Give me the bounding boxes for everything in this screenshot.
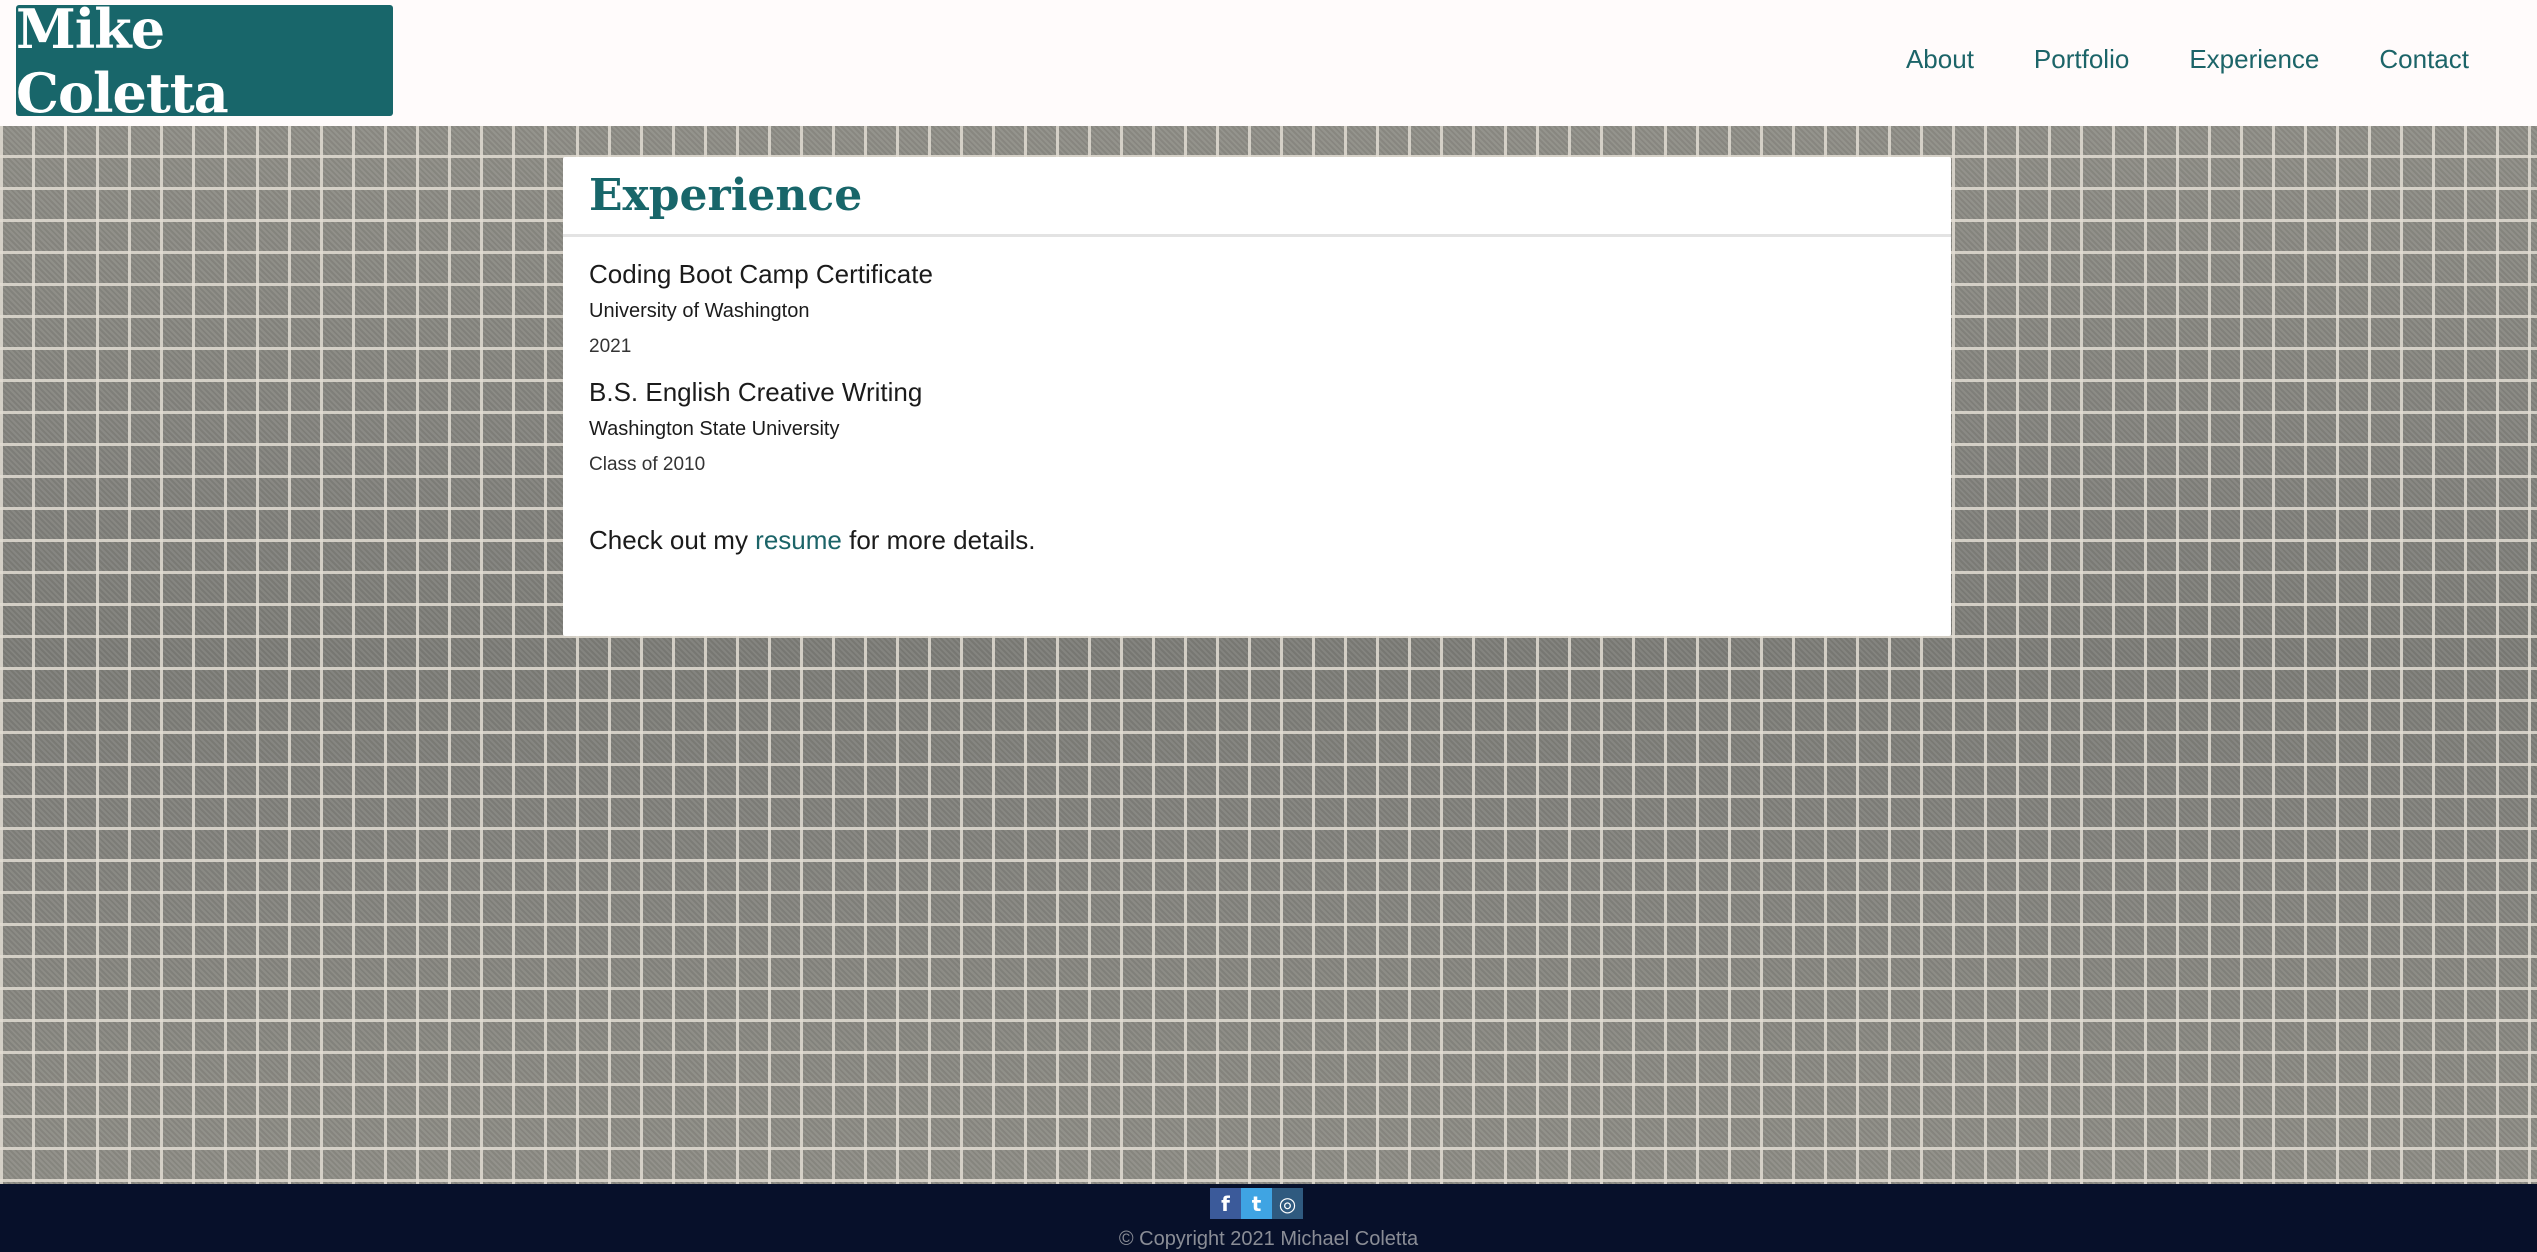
social-links: f t ◎ <box>1210 1188 1303 1219</box>
resume-sentence: Check out my resume for more details. <box>589 525 1925 556</box>
entry-title: Coding Boot Camp Certificate <box>589 259 933 289</box>
experience-entry: B.S. English Creative Writing Washington… <box>589 375 1925 479</box>
card-body: Coding Boot Camp Certificate University … <box>563 237 1951 556</box>
page-title: Experience <box>589 170 863 221</box>
resume-prefix: Check out my <box>589 525 756 555</box>
site-logo[interactable]: Mike Coletta <box>16 0 393 125</box>
entry-school: Washington State University <box>589 418 840 440</box>
entry-date: Class of 2010 <box>589 454 706 475</box>
card-header: Experience <box>563 157 1951 237</box>
nav-about-link[interactable]: About <box>1906 44 1974 75</box>
facebook-icon[interactable]: f <box>1210 1188 1241 1219</box>
site-header: Mike Coletta About Portfolio Experience … <box>0 0 2537 126</box>
entry-school: University of Washington <box>589 300 810 322</box>
nav-experience-link[interactable]: Experience <box>2189 44 2319 75</box>
site-footer: f t ◎ © Copyright 2021 Michael Coletta <box>0 1184 2537 1252</box>
entry-title: B.S. English Creative Writing <box>589 377 923 407</box>
experience-entry: Coding Boot Camp Certificate University … <box>589 257 1925 361</box>
nav-contact-link[interactable]: Contact <box>2379 44 2469 75</box>
main-nav: About Portfolio Experience Contact <box>1906 44 2469 75</box>
logo-text: Mike Coletta <box>16 0 229 125</box>
copyright-text: © Copyright 2021 Michael Coletta <box>1118 1228 1419 1250</box>
resume-suffix: for more details. <box>841 525 1036 555</box>
experience-card: Experience Coding Boot Camp Certificate … <box>563 157 1951 636</box>
nav-portfolio-link[interactable]: Portfolio <box>2034 44 2129 75</box>
entry-date: 2021 <box>589 336 632 357</box>
resume-link[interactable]: resume <box>755 525 842 555</box>
instagram-icon[interactable]: ◎ <box>1272 1188 1303 1219</box>
twitter-icon[interactable]: t <box>1241 1188 1272 1219</box>
